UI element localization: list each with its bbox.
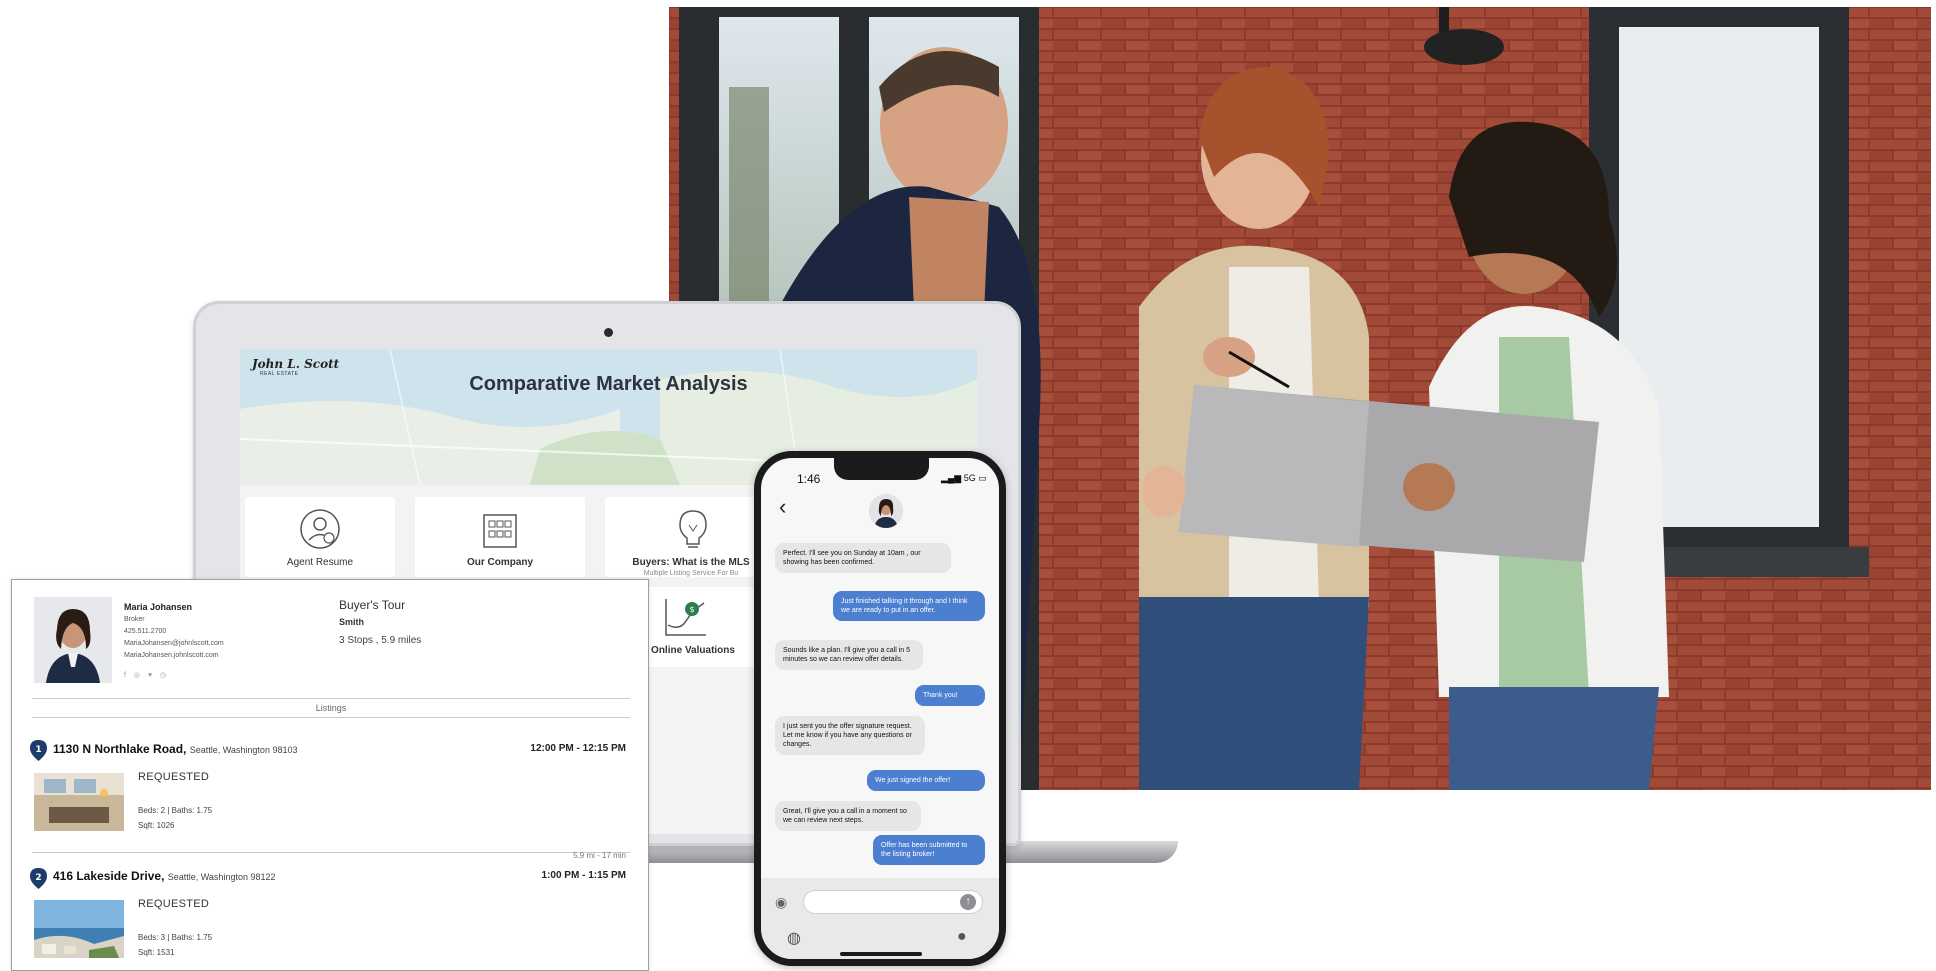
send-arrow-icon[interactable]: ↑ <box>960 894 976 910</box>
listing-beds-baths: Beds: 2 | Baths: 1.75 <box>138 806 213 815</box>
contact-avatar[interactable] <box>869 494 903 528</box>
listing-street: 416 Lakeside Drive, <box>53 869 165 883</box>
back-chevron-icon[interactable]: ‹ <box>779 496 786 518</box>
stop-number: 2 <box>35 873 41 883</box>
agent-name: Maria Johansen <box>124 602 193 612</box>
listing-beds-baths: Beds: 3 | Baths: 1.75 <box>138 933 213 942</box>
listings-heading: Listings <box>315 703 347 713</box>
card-agent-resume[interactable]: Agent Resume <box>245 497 395 577</box>
building-icon <box>483 514 517 548</box>
card-label: Agent Resume <box>286 557 354 568</box>
listing-status: REQUESTED <box>138 771 210 783</box>
message-outgoing: Thank you! <box>915 685 985 706</box>
listing-photo[interactable] <box>34 773 124 831</box>
stop-number: 1 <box>35 745 41 755</box>
message-incoming: I just sent you the offer signature requ… <box>775 716 925 755</box>
message-input[interactable]: ↑ <box>803 890 983 914</box>
home-indicator[interactable] <box>840 952 922 956</box>
listing-photo[interactable] <box>34 900 124 958</box>
laptop-camera <box>604 328 613 337</box>
message-outgoing: Just finished talking it through and I t… <box>833 591 985 621</box>
listing-city: Seattle, Washington 98122 <box>167 872 276 882</box>
phone-status: ▂▄▆ 5G ▭ <box>941 473 987 483</box>
message-outgoing: We just signed the offer! <box>867 770 985 791</box>
listing-time: 1:00 PM - 1:15 PM <box>541 870 626 881</box>
agent-photo <box>34 597 112 683</box>
tour-title: Buyer's Tour <box>339 598 406 612</box>
person-icon <box>300 509 340 549</box>
card-label: Our Company <box>466 557 534 568</box>
stop-number-pin-icon: 1 <box>30 740 47 761</box>
cma-title: Comparative Market Analysis <box>469 373 748 395</box>
tour-client: Smith <box>339 617 365 627</box>
listing-address[interactable]: 1130 N Northlake Road, Seattle, Washingt… <box>53 742 297 756</box>
message-outgoing: Offer has been submitted to the listing … <box>873 835 985 865</box>
agent-title: Broker <box>124 616 145 623</box>
phone-clock: 1:46 <box>797 472 821 486</box>
listing-city: Seattle, Washington 98103 <box>189 745 298 755</box>
listing-sqft: Sqft: 1531 <box>138 948 175 957</box>
message-incoming: Sounds like a plan. I'll give you a call… <box>775 640 923 670</box>
stop-number-pin-icon: 2 <box>30 868 47 889</box>
tour-summary: 3 Stops , 5.9 miles <box>339 635 422 646</box>
phone-notch <box>834 458 929 480</box>
marketing-composite: John L. Scott REAL ESTATE Comparative Ma… <box>0 0 1936 971</box>
lightbulb-icon <box>679 510 707 548</box>
message-compose-bar: ◉ ↑ ◍ ● <box>761 878 999 959</box>
valuation-chart-icon: $ <box>665 599 706 636</box>
listing-address[interactable]: 416 Lakeside Drive, Seattle, Washington … <box>53 869 276 883</box>
message-incoming: Great, I'll give you a call in a moment … <box>775 801 921 831</box>
globe-icon[interactable]: ◍ <box>787 928 801 948</box>
company-logo: John L. Scott <box>252 357 340 371</box>
divider <box>32 717 630 718</box>
buyers-tour-card: Maria Johansen Broker 425.511.2700 Maria… <box>11 579 649 971</box>
divider <box>32 698 630 699</box>
listing-status: REQUESTED <box>138 898 210 910</box>
social-icons[interactable]: f ◎ ♥ ◷ <box>124 671 169 679</box>
drive-distance: 5.9 mi - 17 min <box>573 851 626 860</box>
listing-street: 1130 N Northlake Road, <box>53 742 187 756</box>
svg-text:$: $ <box>689 605 694 614</box>
message-incoming: Perfect. I'll see you on Sunday at 10am … <box>775 543 951 573</box>
phone-mockup: 1:46 ▂▄▆ 5G ▭ ‹ Perfect. I'll see you on… <box>754 451 1006 966</box>
network-label: 5G <box>963 473 976 483</box>
camera-icon[interactable]: ◉ <box>775 894 787 911</box>
microphone-icon[interactable]: ● <box>957 928 967 946</box>
listing-time: 12:00 PM - 12:15 PM <box>530 743 626 754</box>
card-our-company[interactable]: Our Company <box>415 497 585 577</box>
agent-phone[interactable]: 425.511.2700 <box>124 628 166 635</box>
listing-sqft: Sqft: 1026 <box>138 821 175 830</box>
agent-website[interactable]: MariaJohansen.johnlscott.com <box>124 652 219 659</box>
divider <box>32 852 630 853</box>
agent-email[interactable]: MariaJohansen@johnlscott.com <box>124 640 224 647</box>
